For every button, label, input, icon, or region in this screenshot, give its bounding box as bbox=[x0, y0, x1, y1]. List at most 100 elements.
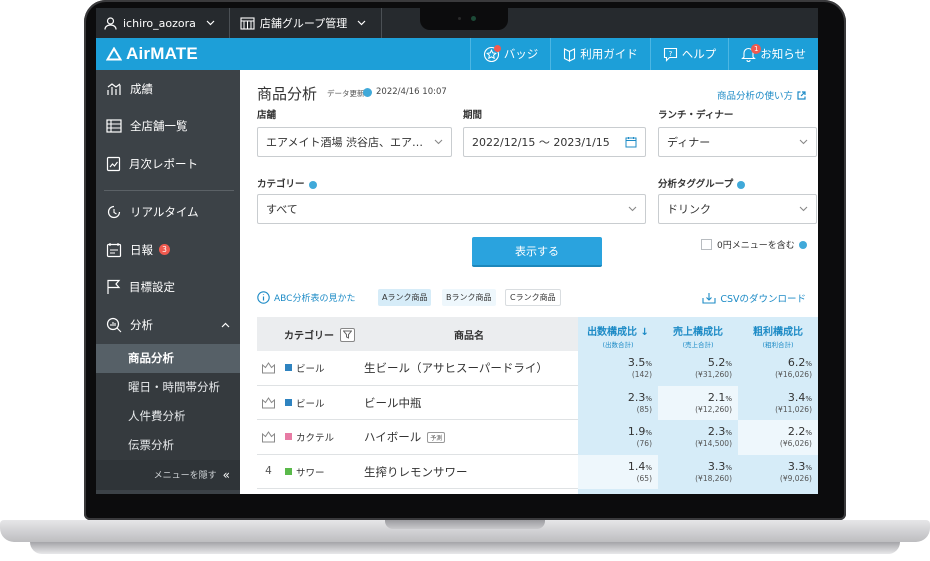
guide-button[interactable]: 利用ガイド bbox=[550, 38, 650, 70]
chevron-up-icon bbox=[221, 322, 230, 328]
category-select[interactable]: すべて bbox=[257, 194, 646, 224]
table-row[interactable]: ビール ビール中瓶 2.3% (85) 2.1% (¥12,260) 3.4% (… bbox=[257, 385, 818, 420]
sidebar-subitem-labor-cost-analysis[interactable]: 人件費分析 bbox=[96, 402, 240, 431]
rank-crown-icon bbox=[261, 430, 276, 446]
performance-chart-icon bbox=[107, 83, 121, 95]
sensor-dot bbox=[458, 17, 461, 20]
table-row[interactable]: カクテル ハイボール 予測 1.9% (76) 2.3% (¥14,500) 2.2… bbox=[257, 420, 818, 455]
hide-menu-button[interactable]: メニューを隠す « bbox=[96, 459, 240, 490]
sales-total-value: (¥31,260) bbox=[695, 370, 732, 379]
airmate-logo[interactable]: AirMATE bbox=[96, 44, 241, 64]
qty-ratio-column-header[interactable]: 出数構成比 ↓ (出数合計) bbox=[578, 317, 658, 351]
period-picker[interactable]: 2022/12/15 〜 2023/1/15 bbox=[463, 127, 646, 157]
profit-ratio-header-label: 粗利構成比 bbox=[753, 327, 803, 338]
category-header-label: カテゴリー bbox=[284, 331, 334, 342]
profit-total-value: (¥16,026) bbox=[775, 370, 812, 379]
help-button[interactable]: ? ヘルプ bbox=[649, 38, 729, 70]
user-menu[interactable]: ichiro_aozora bbox=[96, 8, 230, 38]
camera-dot bbox=[471, 16, 476, 21]
info-icon[interactable] bbox=[737, 180, 746, 189]
howto-link[interactable]: 商品分析の使い方 bbox=[717, 88, 806, 102]
sales-ratio-value: 2.3 bbox=[707, 425, 726, 438]
sales-ratio-column-header[interactable]: 売上構成比 (売上合計) bbox=[658, 317, 738, 351]
info-icon[interactable] bbox=[308, 180, 317, 189]
profit-ratio-value: 2.2 bbox=[787, 425, 806, 438]
lunch-dinner-select[interactable]: ディナー bbox=[658, 127, 817, 157]
percent-unit: % bbox=[805, 394, 812, 403]
percent-unit: % bbox=[645, 360, 652, 368]
product-name: 生搾りレモンサワー bbox=[364, 464, 468, 479]
help-icon: ? bbox=[663, 47, 677, 62]
sidebar-item-daily-report[interactable]: 日報 3 bbox=[96, 231, 240, 269]
sales-ratio-header-sub: (売上合計) bbox=[682, 341, 714, 349]
product-name-cell: ビール中瓶 bbox=[364, 395, 422, 411]
logo-triangle-icon bbox=[106, 47, 122, 61]
info-circle-icon bbox=[257, 291, 270, 304]
table-row[interactable]: 1.3% 2.9% 1.4% bbox=[257, 489, 818, 494]
info-icon[interactable] bbox=[363, 88, 372, 97]
percent-unit: % bbox=[725, 394, 732, 403]
csv-download-link[interactable]: CSVのダウンロード bbox=[702, 291, 806, 305]
store-icon bbox=[240, 16, 255, 30]
qty-total-value: (142) bbox=[631, 370, 652, 379]
rank-crown-icon bbox=[261, 396, 276, 412]
category-filter-label: カテゴリー bbox=[257, 176, 317, 190]
sidebar-divider bbox=[104, 189, 234, 191]
forecast-tag: 予測 bbox=[427, 432, 446, 443]
store-group-menu[interactable]: 店舗グループ管理 bbox=[230, 8, 383, 38]
qty-ratio-value: 2.3 bbox=[627, 390, 646, 404]
sidebar-item-store-list[interactable]: 全店舗一覧 bbox=[96, 108, 240, 146]
sidebar-subitem-weekday-time-analysis[interactable]: 曜日・時間帯分析 bbox=[96, 373, 240, 402]
product-name-cell: ハイボール 予測 bbox=[364, 429, 446, 445]
monthly-report-icon bbox=[106, 156, 121, 171]
table-row[interactable]: ビール 生ビール（アサヒスーパードライ） 3.5% (142) 5.2% (¥31… bbox=[257, 351, 818, 386]
badge-button[interactable]: バッジ bbox=[469, 38, 551, 70]
store-select[interactable]: エアメイト酒場 渋谷店、エア… bbox=[257, 127, 452, 157]
chevron-down-icon bbox=[206, 20, 215, 26]
category-cell: ビール bbox=[296, 364, 325, 375]
category-color-swatch bbox=[285, 467, 292, 475]
chevron-down-icon bbox=[357, 20, 366, 26]
profit-ratio-column-header[interactable]: 粗利構成比 (粗利合計) bbox=[738, 317, 818, 351]
product-column-header: 商品名 bbox=[454, 331, 484, 342]
realtime-clock-icon bbox=[107, 206, 121, 219]
laptop-base-shadow bbox=[30, 542, 900, 554]
zero-yen-menu-checkbox-row[interactable]: 0円メニューを含む bbox=[701, 238, 807, 251]
period-filter-label: 期間 bbox=[463, 110, 483, 121]
sidebar-subitem-product-analysis[interactable]: 商品分析 bbox=[96, 343, 240, 373]
product-name: ビール中瓶 bbox=[364, 395, 422, 410]
percent-unit: % bbox=[805, 463, 812, 472]
qty-ratio-header-sub: (出数合計) bbox=[602, 341, 634, 349]
sidebar-item-analysis[interactable]: 分析 bbox=[96, 306, 240, 344]
profit-ratio-cell: 3.3% (¥9,026) bbox=[738, 454, 818, 489]
qty-ratio-value: 3.5 bbox=[627, 356, 646, 369]
tag-group-select[interactable]: ドリンク bbox=[658, 194, 817, 224]
category-select-value: すべて bbox=[266, 203, 298, 216]
user-icon bbox=[104, 16, 117, 30]
sidebar-item-performance[interactable]: 成績 bbox=[96, 70, 240, 108]
table-row[interactable]: 4 サワー 生搾りレモンサワー 1.4% (65) 3.3% (¥18,260) 3… bbox=[257, 454, 818, 489]
filter-icon[interactable] bbox=[340, 327, 355, 342]
profit-ratio-cell: 6.2% (¥16,026) bbox=[738, 351, 818, 386]
sidebar-item-goal-setting[interactable]: 目標設定 bbox=[96, 269, 240, 307]
percent-unit: % bbox=[805, 360, 812, 368]
product-name: 生ビール（アサヒスーパードライ） bbox=[364, 361, 548, 375]
sidebar-item-monthly-report[interactable]: 月次レポート bbox=[96, 145, 240, 183]
show-button[interactable]: 表示する bbox=[472, 237, 602, 267]
sales-ratio-value: 2.1 bbox=[707, 390, 726, 404]
profit-total-value: (¥6,026) bbox=[779, 439, 812, 448]
sidebar-item-realtime[interactable]: リアルタイム bbox=[96, 194, 240, 232]
percent-unit: % bbox=[725, 463, 732, 472]
sidebar-item-label: 目標設定 bbox=[129, 280, 175, 295]
laptop-groove bbox=[385, 520, 545, 529]
sort-down-arrow-icon: ↓ bbox=[640, 327, 649, 338]
howto-link-label: 商品分析の使い方 bbox=[716, 91, 793, 102]
double-chevron-left-icon: « bbox=[222, 467, 230, 482]
sidebar-subitem-slip-analysis[interactable]: 伝票分析 bbox=[96, 431, 240, 460]
zero-yen-menu-checkbox[interactable] bbox=[701, 239, 712, 250]
chevron-down-icon bbox=[628, 206, 637, 212]
info-icon[interactable] bbox=[798, 240, 807, 249]
abc-help-link[interactable]: ABC分析表の見かた bbox=[257, 291, 355, 304]
notifications-button[interactable]: 1 お知らせ bbox=[728, 38, 818, 70]
table-header: カテゴリー 商品名 出数構成比 ↓ (出数合計) 売上構成比 (売上合計) 粗利… bbox=[257, 317, 818, 351]
